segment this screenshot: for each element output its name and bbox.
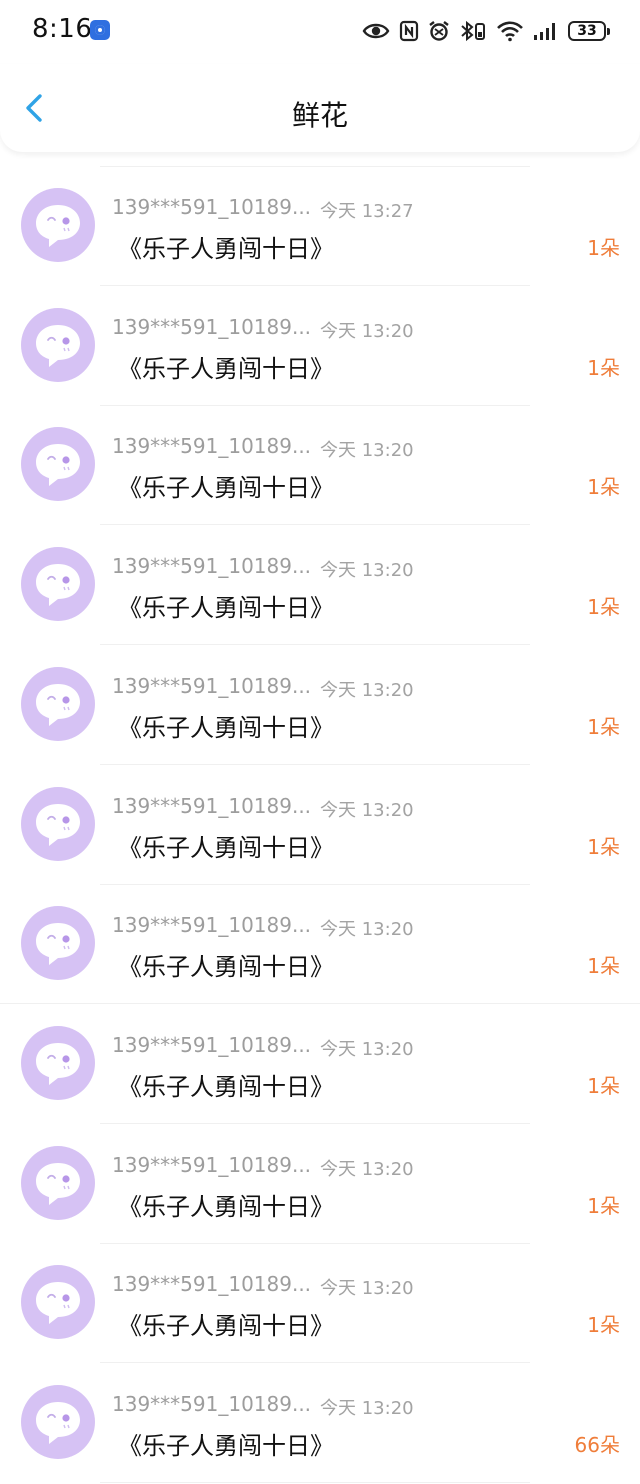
- book-title: 《乐子人勇闯十日》: [118, 354, 334, 383]
- page-title: 鲜花: [291, 99, 348, 132]
- sender-name: 139***591_10189...: [112, 434, 312, 459]
- list-item[interactable]: 139***591_10189... 今天 13:20 《乐子人勇闯十日》 1朵: [0, 1110, 640, 1244]
- app-badge-icon: [90, 20, 110, 40]
- sender-name: 139***591_10189...: [112, 793, 312, 818]
- avatar[interactable]: [21, 1145, 95, 1220]
- gift-time: 今天 13:20: [320, 1038, 414, 1060]
- avatar[interactable]: [21, 906, 95, 981]
- avatar[interactable]: [21, 188, 95, 262]
- flower-count: 1朵: [587, 1313, 620, 1338]
- flower-count: 1朵: [587, 475, 620, 500]
- list-item[interactable]: 139***591_10189... 今天 13:20 《乐子人勇闯十日》 1朵: [0, 751, 640, 885]
- avatar[interactable]: [21, 547, 95, 622]
- list-item[interactable]: 139***591_10189... 今天 13:20 《乐子人勇闯十日》 1朵: [0, 1229, 640, 1364]
- avatar[interactable]: [21, 307, 95, 382]
- sender-name: 139***591_10189...: [112, 673, 312, 698]
- book-title: 《乐子人勇闯十日》: [118, 1432, 334, 1460]
- chat-bubble-face-icon: [36, 803, 80, 846]
- book-title: 《乐子人勇闯十日》: [118, 474, 334, 503]
- status-bar: 8:16 33: [0, 0, 640, 64]
- avatar[interactable]: [21, 1265, 95, 1340]
- book-title: 《乐子人勇闯十日》: [118, 713, 334, 742]
- gift-time: 今天 13:27: [320, 201, 414, 222]
- chat-bubble-face-icon: [36, 683, 80, 726]
- book-title: 《乐子人勇闯十日》: [118, 1312, 334, 1341]
- bluetooth-battery-icon: [459, 20, 487, 42]
- list-item[interactable]: 139***591_10189... 今天 13:20 《乐子人勇闯十日》 1朵: [0, 990, 640, 1124]
- gift-time: 今天 13:20: [320, 679, 414, 701]
- sender-name: 139***591_10189...: [112, 913, 312, 938]
- flower-count: 1朵: [587, 595, 620, 620]
- sender-name: 139***591_10189...: [112, 1272, 312, 1297]
- list-item[interactable]: 139***591_10189... 今天 13:20 《乐子人勇闯十日》 1朵: [0, 391, 640, 526]
- flower-count: 1朵: [587, 834, 620, 859]
- flower-count: 1朵: [587, 355, 620, 380]
- book-title: 《乐子人勇闯十日》: [118, 1192, 334, 1221]
- flower-count: 1朵: [587, 1193, 620, 1218]
- gift-time: 今天 13:20: [320, 919, 414, 941]
- list-item[interactable]: 139***591_10189... 今天 13:27 《乐子人勇闯十日》 1朵: [0, 152, 640, 286]
- gift-time: 今天 13:20: [320, 1278, 414, 1300]
- sender-name: 139***591_10189...: [112, 1032, 312, 1057]
- book-title: 《乐子人勇闯十日》: [118, 953, 334, 982]
- sender-name: 139***591_10189...: [112, 314, 312, 339]
- chat-bubble-face-icon: [36, 444, 80, 487]
- chat-bubble-face-icon: [36, 205, 80, 247]
- gift-time: 今天 13:20: [320, 440, 414, 462]
- chat-bubble-face-icon: [36, 1402, 80, 1444]
- header-bar: 鲜花: [0, 64, 640, 152]
- avatar[interactable]: [21, 786, 95, 861]
- gift-time: 今天 13:20: [320, 799, 414, 821]
- avatar[interactable]: [21, 427, 95, 502]
- list-item[interactable]: 139***591_10189... 今天 13:20 《乐子人勇闯十日》 1朵: [0, 631, 640, 765]
- list-item[interactable]: 139***591_10189... 今天 13:20 《乐子人勇闯十日》 1朵: [0, 511, 640, 646]
- chat-bubble-face-icon: [36, 1162, 80, 1205]
- sender-name: 139***591_10189...: [112, 1152, 312, 1177]
- chat-bubble-face-icon: [36, 923, 80, 966]
- list-item[interactable]: 139***591_10189... 今天 13:20 《乐子人勇闯十日》 1朵: [0, 272, 640, 406]
- list-item[interactable]: 139***591_10189... 今天 13:20 《乐子人勇闯十日》 1朵: [0, 870, 640, 1005]
- sender-name: 139***591_10189...: [112, 554, 312, 579]
- flower-count: 1朵: [587, 1073, 620, 1098]
- gift-time: 今天 13:20: [320, 560, 414, 582]
- chat-bubble-face-icon: [36, 1042, 80, 1085]
- chat-bubble-face-icon: [36, 1282, 80, 1325]
- chat-bubble-face-icon: [36, 324, 80, 367]
- flower-count: 1朵: [587, 714, 620, 739]
- wifi-icon: [496, 20, 524, 42]
- flower-count: 1朵: [587, 236, 620, 260]
- book-title: 《乐子人勇闯十日》: [118, 833, 334, 862]
- eye-icon: [362, 21, 390, 41]
- book-title: 《乐子人勇闯十日》: [118, 1072, 334, 1101]
- status-icons: 33: [362, 16, 610, 46]
- book-title: 《乐子人勇闯十日》: [118, 594, 334, 623]
- avatar[interactable]: [21, 1025, 95, 1100]
- nfc-icon: [399, 20, 419, 42]
- sender-name: 139***591_10189...: [112, 1392, 312, 1416]
- flower-count: 1朵: [587, 954, 620, 979]
- battery-icon: 33: [568, 21, 610, 41]
- avatar[interactable]: [21, 1385, 95, 1459]
- gift-time: 今天 13:20: [320, 1158, 414, 1180]
- gift-time: 今天 13:20: [320, 320, 414, 342]
- status-time: 8:16: [32, 14, 93, 44]
- chat-bubble-face-icon: [36, 564, 80, 607]
- book-title: 《乐子人勇闯十日》: [118, 235, 334, 263]
- avatar[interactable]: [21, 666, 95, 741]
- signal-icon: [533, 21, 559, 41]
- alarm-icon: [428, 20, 450, 42]
- gift-time: 今天 13:20: [320, 1398, 414, 1419]
- divider: [100, 1482, 530, 1483]
- list-item[interactable]: 139***591_10189... 今天 13:20 《乐子人勇闯十日》 66…: [0, 1349, 640, 1483]
- flower-count: 66朵: [574, 1433, 620, 1457]
- sender-name: 139***591_10189...: [112, 195, 312, 219]
